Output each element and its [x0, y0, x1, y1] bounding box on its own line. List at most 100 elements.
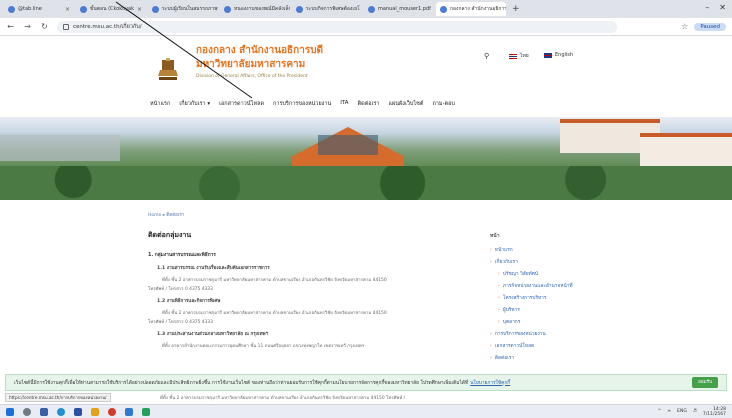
sidebar-item-label: หน้าแรก: [494, 248, 513, 253]
browser-tab[interactable]: ระบบกิจการพิเศษต้องเยโ×: [292, 2, 362, 16]
sidebar-item[interactable]: › ผู้บริหาร: [490, 306, 660, 314]
cookie-text: เว็บไซต์นี้มีการใช้งานคุกกี้เพื่อให้ท่าน…: [14, 380, 469, 386]
tab-label: manual_mouser1.pdf: [378, 6, 431, 12]
profile-button[interactable]: Paused: [694, 22, 726, 31]
tray-chevron-icon[interactable]: ^: [658, 409, 662, 414]
subsection-label: 1.3 งานประสานงานส่วนกลางมหาวิทยาลัย ณ กร…: [157, 332, 269, 337]
browser-tab[interactable]: ขั้นตอน (Ckokoyak ×: [76, 2, 146, 16]
cookie-policy-link[interactable]: นโยบายการใช้คุกกี้: [470, 379, 510, 387]
nav-about[interactable]: เกี่ยวกับเรา ▾: [179, 100, 210, 108]
chevron-right-icon: ›: [498, 272, 500, 277]
chevron-right-icon: ›: [498, 284, 500, 289]
bookmark-star-icon[interactable]: ☆: [681, 22, 688, 31]
chrome-icon[interactable]: [108, 407, 116, 416]
chevron-right-icon: ›: [490, 356, 492, 361]
tab-label: กองกลาง สำนักงานอธิการบดี มศ: [450, 6, 506, 12]
org-subtitle: Division of General Affairs, Office of t…: [196, 74, 308, 79]
nav-faq[interactable]: ถาม-ตอบ: [432, 100, 454, 108]
search-taskbar-icon[interactable]: [23, 407, 31, 416]
nav-contact[interactable]: ติดต่อเรา: [358, 100, 380, 108]
browser-tab[interactable]: กองกลาง สำนักงานอธิการบดี มศ×: [436, 2, 506, 16]
sidebar-item-label: บุคลากร: [502, 320, 521, 325]
browser-tab[interactable]: หนองงานของพณ์มีคลังเล็ก×: [220, 2, 290, 16]
browser-tab[interactable]: @tab.line ×: [4, 2, 74, 16]
browser-tab[interactable]: ระบบผู้เรียนในสมรรถภาพรับ×: [148, 2, 218, 16]
tab-close-icon[interactable]: ×: [137, 6, 142, 13]
chevron-right-icon: ›: [498, 296, 500, 301]
file-explorer-icon[interactable]: [91, 407, 99, 416]
tab-label: ระบบผู้เรียนในสมรรถภาพรับ: [162, 6, 218, 12]
nav-sitemap[interactable]: แผนผังเว็บไซต์: [389, 100, 424, 108]
site-header: [0, 36, 732, 100]
forward-icon[interactable]: →: [23, 22, 32, 31]
breadcrumb[interactable]: Home ▸ ติดต่อเรา: [148, 211, 184, 218]
content-line-behind-banner: ที่ตั้ง ชั้น 2 อาคารบรมราชกุมารี มหาวิทย…: [160, 396, 406, 401]
browser-tab[interactable]: manual_mouser1.pdf×: [364, 2, 434, 16]
chevron-right-icon: ›: [490, 344, 492, 349]
new-tab-icon[interactable]: +: [512, 4, 520, 14]
nav-home[interactable]: หน้าแรก: [150, 100, 170, 108]
tab-label: @tab.line: [18, 6, 42, 12]
search-icon[interactable]: ⚲: [484, 52, 489, 60]
sidebar-item[interactable]: › บุคลากร: [490, 318, 660, 326]
app-icon[interactable]: [142, 407, 150, 416]
sidebar-item-label: ภารกิจหน่วยงานและอำนาจหน้าที่: [502, 284, 573, 289]
sidebar-item[interactable]: › เกี่ยวกับเรา: [490, 258, 660, 266]
nav-services[interactable]: การบริการของหน่วยงาน: [273, 100, 331, 108]
nav-ita[interactable]: ITA: [340, 100, 348, 108]
start-icon[interactable]: [6, 407, 14, 416]
contact-list: 1. กลุ่มงานสารบรรณและพิธีการ 1.1 งานสารบ…: [148, 245, 473, 350]
uk-flag-icon: [544, 52, 552, 58]
page-title: ติดต่อกลุ่มงาน: [148, 231, 192, 239]
mail-icon[interactable]: [125, 407, 133, 416]
store-icon[interactable]: [74, 407, 82, 416]
browser-actions: ☆ Paused: [681, 22, 726, 31]
chevron-right-icon: ›: [498, 320, 500, 325]
minimize-icon[interactable]: –: [705, 3, 709, 12]
sidebar-item-label: ผู้บริหาร: [502, 308, 520, 313]
tab-close-icon[interactable]: ×: [65, 6, 70, 13]
cookie-accept-button[interactable]: ยอมรับ: [692, 377, 718, 388]
sidebar-item[interactable]: › การบริการของหน่วยงาน: [490, 330, 660, 338]
sidebar-item[interactable]: › เอกสารดาวน์โหลด: [490, 342, 660, 350]
sidebar-item[interactable]: › ภารกิจหน่วยงานและอำนาจหน้าที่: [490, 282, 660, 290]
sidebar-item[interactable]: › ติดต่อเรา: [490, 354, 660, 362]
sidebar-item-label: เกี่ยวกับเรา: [494, 260, 518, 265]
system-tray: ^ ≈ ENG ♬ 14:28 7/11/2567: [658, 407, 726, 417]
sidebar-item[interactable]: › หน้าแรก: [490, 246, 660, 254]
tab-favicon-icon: [224, 5, 231, 13]
sidebar-item[interactable]: › โครงสร้างการบริหาร: [490, 294, 660, 302]
lang-th-label: ไทย: [520, 53, 529, 59]
back-icon[interactable]: ←: [6, 22, 15, 31]
hero-banner-image: [0, 117, 732, 200]
sidebar-item[interactable]: › ปรัชญา วิสัยทัศน์: [490, 270, 660, 278]
main-nav: หน้าแรก เกี่ยวกับเรา ▾ เอกสารดาวน์โหลด ก…: [150, 100, 455, 108]
close-window-icon[interactable]: ✕: [719, 3, 726, 12]
url-text: centre.msu.ac.th/เกี่ยวกับ/: [73, 23, 142, 30]
org-title-line2: มหาวิทยาลัยมหาสารคาม: [196, 59, 306, 70]
address-bar: ← → ↻ centre.msu.ac.th/เกี่ยวกับ/ ☆ Paus…: [0, 18, 732, 36]
lang-en[interactable]: English: [544, 52, 573, 58]
lang-th[interactable]: ไทย: [509, 52, 529, 60]
chevron-right-icon: ›: [490, 260, 492, 265]
clock[interactable]: 14:28 7/11/2567: [703, 407, 726, 417]
nav-downloads[interactable]: เอกสารดาวน์โหลด: [219, 100, 264, 108]
reload-icon[interactable]: ↻: [40, 22, 49, 31]
volume-icon[interactable]: ♬: [693, 409, 697, 414]
sidebar-menu: › หน้าแรก › เกี่ยวกับเรา › ปรัชญา วิสัยทัศน์ ›…: [490, 246, 660, 366]
org-title-line1: กองกลาง สำนักงานอธิการบดี: [196, 45, 324, 56]
university-logo[interactable]: [157, 58, 179, 84]
subsection-address: ที่ตั้ง ชั้น 2 อาคารบรมราชกุมารี มหาวิทย…: [162, 278, 387, 283]
url-field[interactable]: centre.msu.ac.th/เกี่ยวกับ/: [57, 20, 617, 33]
edge-icon[interactable]: [57, 407, 65, 416]
tab-favicon-icon: [80, 5, 87, 13]
sidebar-item-label: ติดต่อเรา: [494, 356, 515, 361]
task-view-icon[interactable]: [40, 407, 48, 416]
site-info-icon[interactable]: [63, 23, 69, 30]
tab-favicon-icon: [296, 5, 303, 13]
browser-tabbar: @tab.line × ขั้นตอน (Ckokoyak × ระบบผู้เรียน…: [0, 0, 732, 18]
tab-label: หนองงานของพณ์มีคลังเล็ก: [234, 6, 290, 12]
tab-favicon-icon: [8, 5, 15, 13]
tray-language[interactable]: ENG: [677, 409, 687, 414]
wifi-icon[interactable]: ≈: [667, 409, 671, 414]
